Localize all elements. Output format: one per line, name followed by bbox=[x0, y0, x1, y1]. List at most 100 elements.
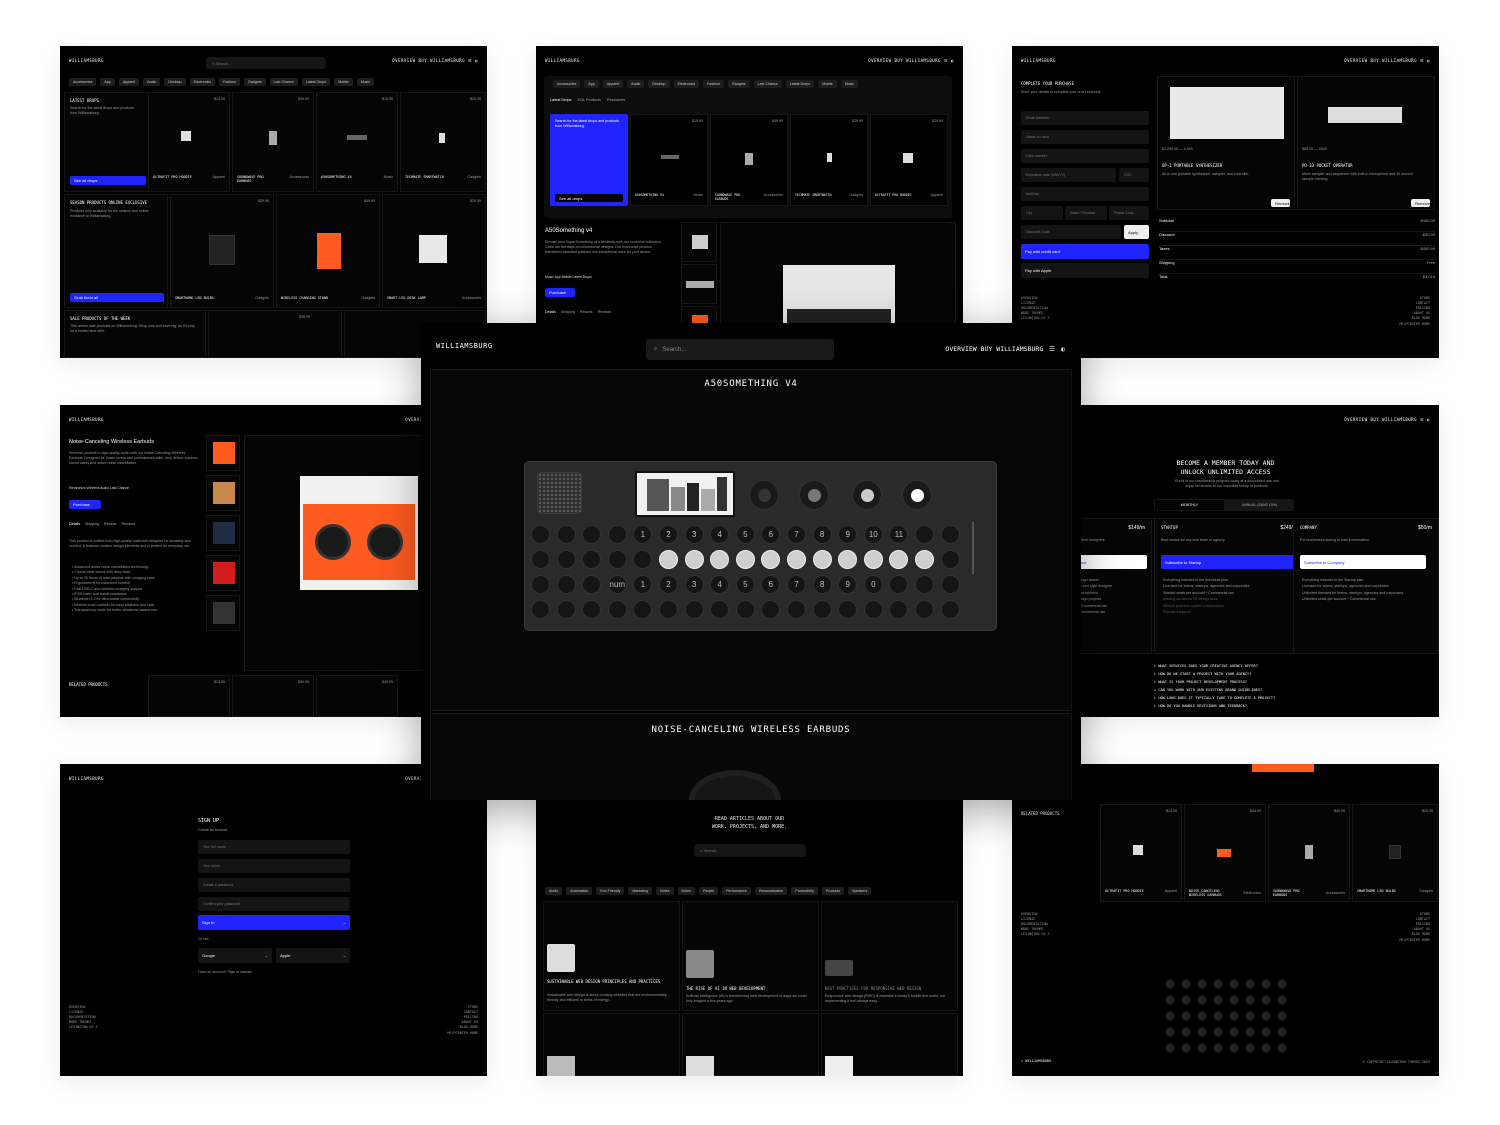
chip[interactable]: Performance bbox=[722, 887, 751, 895]
chip[interactable]: Fashion bbox=[219, 78, 240, 86]
chip[interactable]: Speakers bbox=[848, 887, 872, 895]
product-card[interactable]: $15.99 A50SOMETHING V4 Music bbox=[316, 92, 398, 192]
brand-logo[interactable]: WILLIAMSBURG bbox=[1021, 58, 1056, 63]
menu-icon[interactable]: ☰ bbox=[468, 58, 472, 63]
chip[interactable]: Products bbox=[821, 887, 845, 895]
thumbnail[interactable] bbox=[206, 595, 240, 631]
grab-button[interactable]: Grab them all bbox=[70, 293, 164, 302]
brand-logo[interactable]: WILLIAMSBURG bbox=[69, 417, 104, 422]
pay-apple-button[interactable]: Pay with Apple bbox=[1021, 263, 1149, 278]
footer-link[interactable]: LEXINGTON UX 3 bbox=[1021, 316, 1050, 321]
purchase-button[interactable]: Purchase bbox=[545, 288, 575, 297]
toggle-annual[interactable]: ANNUAL (SAVE 15%) bbox=[1225, 499, 1294, 511]
remove-button[interactable]: Remove bbox=[1411, 199, 1430, 207]
subscribe-button[interactable]: Subscribe to Startup bbox=[1161, 555, 1299, 569]
product-card[interactable]: $24.99 bbox=[148, 675, 230, 717]
chip[interactable]: Accessories bbox=[69, 78, 97, 86]
chip[interactable]: Latest Drops bbox=[301, 78, 331, 86]
nav-links[interactable]: OVERVIEW BUY WILLIAMSBURG bbox=[392, 58, 465, 63]
subscribe-button[interactable]: ual bbox=[1077, 555, 1147, 569]
nav-links[interactable]: OVERVIEW BUY WILLIAMSBURG bbox=[1344, 58, 1417, 63]
product-card[interactable]: $24.99 ULTRAFIT PRO HOODIE Apparel bbox=[870, 114, 948, 206]
product-card[interactable]: $49.99 SOUNDWAVE PRO EARBUDS Accessories bbox=[710, 114, 788, 206]
brand-logo[interactable]: WILLIAMSBURG bbox=[69, 776, 104, 781]
pay-card-button[interactable]: Pay with credit card bbox=[1021, 244, 1149, 259]
chip[interactable]: Mobile bbox=[334, 78, 353, 86]
product-showcase[interactable]: A50SOMETHING V4 1 2 3 4 5 6 7 8 9 10 11 num 1 2 3 4 5 6 7… bbox=[430, 369, 1072, 711]
thumbnail[interactable] bbox=[206, 555, 240, 591]
faq-item[interactable]: ▸ HOW LONG DOES IT TYPICALLY TAKE TO COM… bbox=[1154, 695, 1275, 703]
chip[interactable]: Eco Friendly bbox=[596, 887, 625, 895]
faq-item[interactable]: ▸ CAN YOU WORK WITH OUR EXISTING BRAND G… bbox=[1154, 687, 1275, 695]
brand-logo[interactable]: WILLIAMSBURG bbox=[69, 58, 104, 63]
chip[interactable]: Apparel bbox=[118, 78, 140, 86]
signin-button[interactable]: Sign In → bbox=[198, 915, 350, 930]
product-card[interactable]: $39.99 bbox=[232, 675, 314, 717]
theme-toggle-icon[interactable]: ◐ bbox=[951, 58, 954, 63]
theme-toggle-icon[interactable]: ◐ bbox=[475, 58, 478, 63]
card-number-field[interactable]: Card number bbox=[1021, 149, 1149, 163]
remove-button[interactable]: Remove bbox=[1271, 199, 1290, 207]
footer-link[interactable]: HELPCENTER HOME bbox=[1399, 322, 1430, 327]
menu-icon[interactable]: ☰ bbox=[944, 58, 948, 63]
chip[interactable]: Automation bbox=[566, 887, 593, 895]
menu-icon[interactable]: ☰ bbox=[1420, 58, 1424, 63]
product-card[interactable]: $24.99 ULTRAFIT PRO HOODIE Apparel bbox=[1100, 804, 1182, 902]
email-field[interactable]: Your email bbox=[198, 859, 350, 873]
apple-button[interactable]: Apple → bbox=[276, 948, 350, 963]
thumbnail[interactable] bbox=[206, 475, 240, 511]
password-field[interactable]: Create a password bbox=[198, 878, 350, 892]
promo-card[interactable]: Search for the latest drops and products… bbox=[550, 114, 628, 206]
footer-link[interactable]: LEXINGTON UX 3 bbox=[69, 1025, 98, 1030]
search-input[interactable]: ⌕ Search... bbox=[694, 844, 806, 857]
article-card[interactable]: SUSTAINABLE WEB DESIGN PRINCIPLES AND PR… bbox=[543, 901, 680, 1011]
search-input[interactable]: ⌕ Search... bbox=[206, 57, 326, 69]
tab-resources[interactable]: Resources bbox=[607, 98, 625, 102]
chip[interactable]: Fashion bbox=[703, 80, 724, 88]
product-card[interactable]: $49.99 WIRELESS CHARGING STAND Gadgets bbox=[276, 194, 380, 308]
apply-button[interactable]: Apply bbox=[1124, 225, 1149, 239]
faq-item[interactable]: ▸ WHAT SERVICES DOES YOUR CREATIVE AGENC… bbox=[1154, 663, 1275, 671]
article-card[interactable] bbox=[682, 1013, 819, 1076]
menu-icon[interactable]: ☰ bbox=[1049, 345, 1055, 353]
tab-reviews[interactable]: Reviews bbox=[598, 310, 612, 314]
address-field[interactable]: Address bbox=[1021, 187, 1149, 201]
city-field[interactable]: City bbox=[1021, 206, 1063, 220]
thumbnail[interactable] bbox=[681, 222, 717, 262]
tab-eol[interactable]: EOL Products bbox=[578, 98, 602, 102]
chip[interactable]: Marketing bbox=[628, 887, 653, 895]
chip[interactable]: Latest Drops bbox=[785, 80, 815, 88]
footer-link[interactable]: HELPCENTER HOME bbox=[447, 1031, 478, 1036]
chip[interactable]: Desktop bbox=[164, 78, 186, 86]
product-card[interactable]: $29.99 SMARTHOME LED BULBS Gadgets bbox=[1352, 804, 1438, 902]
chip[interactable]: Music bbox=[840, 80, 859, 88]
chip[interactable]: Gadgets bbox=[243, 78, 266, 86]
chip[interactable]: Productivity bbox=[791, 887, 818, 895]
tab-returns[interactable]: Returns bbox=[580, 310, 593, 314]
see-all-button[interactable]: See all drops bbox=[555, 194, 623, 202]
tab-reviews[interactable]: Reviews bbox=[122, 522, 136, 526]
brand-logo[interactable]: WILLIAMSBURG bbox=[436, 342, 493, 350]
toggle-monthly[interactable]: MONTHLY bbox=[1155, 500, 1224, 510]
chip[interactable]: Music bbox=[356, 78, 375, 86]
google-button[interactable]: Google → bbox=[198, 948, 272, 963]
thumbnail[interactable] bbox=[206, 515, 240, 551]
tab-shipping[interactable]: Shipping bbox=[561, 310, 575, 314]
product-card[interactable]: $24.99 ULTRAFIT PRO HOODIE Apparel bbox=[148, 92, 230, 192]
nav-links[interactable]: OVERVIEW BUY WILLIAMSBURG bbox=[868, 58, 941, 63]
footer-link[interactable]: LEXINGTON UX 3 bbox=[1021, 932, 1050, 937]
chip[interactable]: Audio bbox=[627, 80, 645, 88]
theme-toggle-icon[interactable]: ◐ bbox=[1427, 417, 1430, 422]
product-card[interactable]: $49.99 SOUNDWAVE PRO EARBUDS Accessories bbox=[1268, 804, 1350, 902]
nav-links[interactable]: OVERVIEW BUY WILLIAMSBURG bbox=[945, 345, 1043, 353]
tab-latest[interactable]: Latest Drops bbox=[550, 98, 572, 102]
chip[interactable]: Electronics bbox=[189, 78, 216, 86]
purchase-button[interactable]: Purchase bbox=[69, 500, 101, 509]
article-card[interactable] bbox=[543, 1013, 680, 1076]
chip[interactable]: Audio bbox=[143, 78, 161, 86]
nav-links[interactable]: OVERVIEW BUY WILLIAMSBURG bbox=[1344, 417, 1417, 422]
full-name-field[interactable]: Your full name bbox=[198, 840, 350, 854]
product-card[interactable]: $29.99 SMARTHOME LED BULBS Gadgets bbox=[170, 194, 274, 308]
product-card[interactable]: $49.99 bbox=[316, 675, 398, 717]
theme-toggle-icon[interactable]: ◐ bbox=[1427, 58, 1430, 63]
